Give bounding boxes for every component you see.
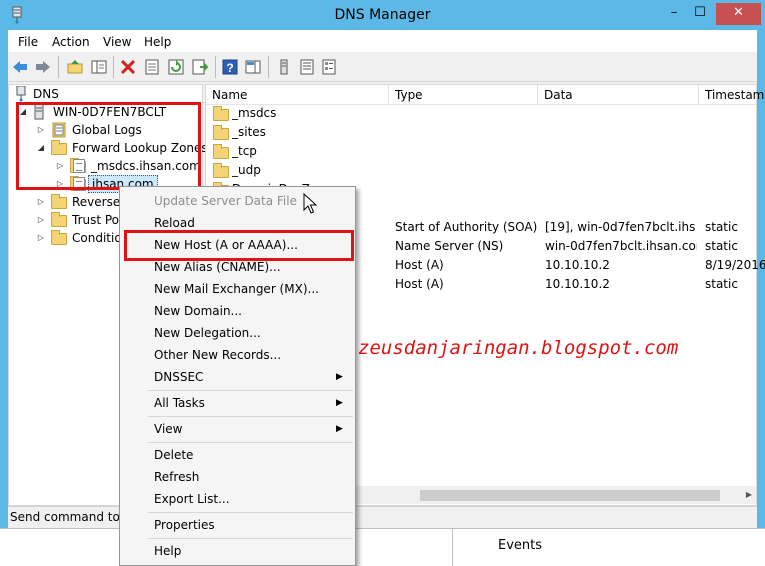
folder-icon <box>213 144 229 159</box>
record-timestamp: 8/19/2016 <box>705 258 765 272</box>
menu-refresh[interactable]: Refresh <box>120 466 355 488</box>
menu-separator <box>148 512 353 513</box>
close-button[interactable]: ✕ <box>716 3 761 25</box>
menu-update-server-data-file[interactable]: Update Server Data File <box>120 190 355 212</box>
list-item[interactable]: _udp <box>232 161 261 180</box>
highlight-box-tree <box>16 102 201 190</box>
menu-action[interactable]: Action <box>52 31 90 53</box>
column-header-type[interactable]: Type <box>389 85 538 105</box>
maximize-button[interactable]: ☐ <box>687 3 713 25</box>
record-timestamp: static <box>705 220 738 234</box>
toolbar-separator <box>58 56 59 78</box>
record-data: 10.10.10.2 <box>545 258 610 272</box>
record-type: Host (A) <box>395 277 444 291</box>
toolbar-separator <box>215 56 216 78</box>
menu-dnssec[interactable]: DNSSEC <box>120 366 355 388</box>
scroll-right-icon[interactable]: ▶ <box>742 486 756 504</box>
tree-item-trust-points[interactable]: Trust Poi <box>72 211 122 229</box>
menu-other-new-records[interactable]: Other New Records... <box>120 344 355 366</box>
menu-new-delegation[interactable]: New Delegation... <box>120 322 355 344</box>
record-type: Host (A) <box>395 258 444 272</box>
list-item[interactable]: _msdcs <box>232 104 276 123</box>
menu-delete[interactable]: Delete <box>120 444 355 466</box>
record-type: Start of Authority (SOA) <box>395 220 538 234</box>
delete-icon[interactable] <box>119 58 137 76</box>
record-type: Name Server (NS) <box>395 239 504 253</box>
menu-separator <box>148 442 353 443</box>
svg-text:?: ? <box>226 61 233 75</box>
help-icon[interactable]: ? <box>221 58 239 76</box>
menu-all-tasks[interactable]: All Tasks <box>120 392 355 414</box>
submenu-arrow-icon: ▶ <box>336 398 343 408</box>
column-header-timestamp[interactable]: Timestam <box>699 85 764 105</box>
menu-export-list[interactable]: Export List... <box>120 488 355 510</box>
record-data: 10.10.10.2 <box>545 277 610 291</box>
menu-view[interactable]: View <box>103 31 131 53</box>
bottom-divider <box>452 528 453 566</box>
menu-view[interactable]: View <box>120 418 355 440</box>
expand-arrow-icon[interactable]: ▷ <box>36 229 46 247</box>
menu-separator <box>148 538 353 539</box>
server-icon[interactable] <box>275 58 293 76</box>
toolbar-separator <box>113 56 114 78</box>
window-title: DNS Manager <box>334 7 431 23</box>
expand-arrow-icon[interactable]: ▷ <box>36 193 46 211</box>
menu-help[interactable]: Help <box>144 31 171 53</box>
record-data: win-0d7fen7bclt.ihsan.com. <box>545 239 697 253</box>
submenu-arrow-icon: ▶ <box>336 424 343 434</box>
records-list-icon[interactable] <box>298 58 316 76</box>
folder-icon <box>213 125 229 140</box>
menu-properties[interactable]: Properties <box>120 514 355 536</box>
tree-item-dns[interactable]: DNS <box>33 85 59 103</box>
record-timestamp: static <box>705 239 738 253</box>
folder-icon <box>51 212 67 227</box>
properties-icon[interactable] <box>143 58 161 76</box>
menu-new-domain[interactable]: New Domain... <box>120 300 355 322</box>
back-arrow-icon[interactable] <box>11 58 29 76</box>
folder-icon <box>213 163 229 178</box>
tree-item-conditional-forwarders[interactable]: Conditio <box>72 229 122 247</box>
menu-help[interactable]: Help <box>120 540 355 562</box>
submenu-arrow-icon: ▶ <box>336 372 343 382</box>
menu-new-mail-exchanger[interactable]: New Mail Exchanger (MX)... <box>120 278 355 300</box>
expand-arrow-icon[interactable]: ▷ <box>36 211 46 229</box>
column-header-data[interactable]: Data <box>538 85 699 105</box>
highlight-box-new-host <box>124 230 354 261</box>
toolbar-separator <box>268 56 269 78</box>
menu-file[interactable]: File <box>18 31 38 53</box>
scrollbar-thumb[interactable] <box>420 490 720 501</box>
events-label[interactable]: Events <box>498 538 542 553</box>
action-pane-icon[interactable] <box>244 58 262 76</box>
minimize-button[interactable]: – <box>661 3 687 25</box>
record-timestamp: static <box>705 277 738 291</box>
export-list-icon[interactable] <box>191 58 209 76</box>
show-tree-icon[interactable] <box>90 58 108 76</box>
mouse-cursor-icon <box>303 193 317 214</box>
column-header-name[interactable]: Name <box>206 85 389 105</box>
bottom-panel <box>0 528 765 566</box>
zone-list-icon[interactable] <box>320 58 338 76</box>
refresh-icon[interactable] <box>167 58 185 76</box>
watermark-text: zeusdanjaringan.blogspot.com <box>358 337 679 359</box>
menu-separator <box>148 390 353 391</box>
list-item[interactable]: _sites <box>232 123 266 142</box>
list-item[interactable]: _tcp <box>232 142 257 161</box>
menu-separator <box>148 416 353 417</box>
forward-arrow-icon[interactable] <box>34 58 52 76</box>
folder-icon <box>51 194 67 209</box>
up-folder-icon[interactable] <box>66 58 84 76</box>
record-data: [19], win-0d7fen7bclt.ihsa... <box>545 220 695 234</box>
folder-icon <box>213 106 229 121</box>
folder-icon <box>51 230 67 245</box>
dns-root-icon <box>16 86 26 102</box>
header-divider <box>206 104 756 105</box>
